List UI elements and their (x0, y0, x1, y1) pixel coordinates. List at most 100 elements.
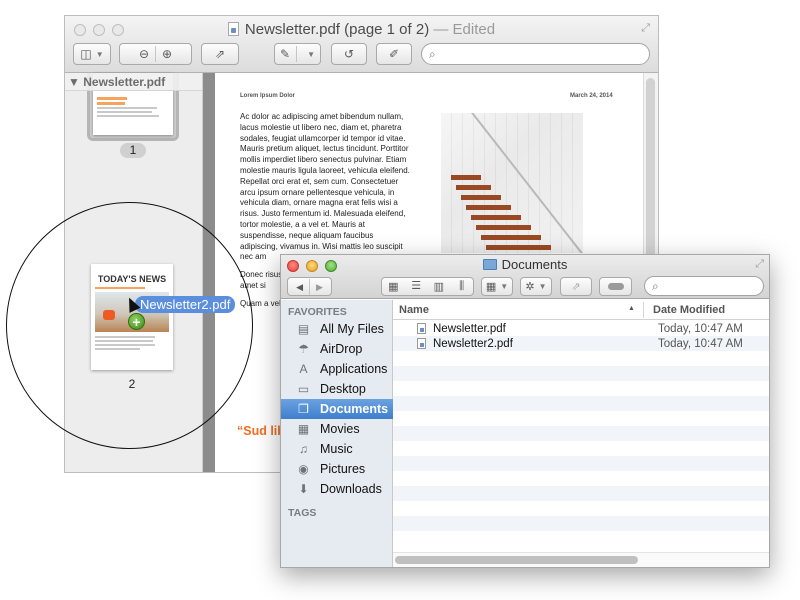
column-view-button[interactable]: ▥ (428, 280, 451, 293)
back-button[interactable]: ◀ (296, 281, 303, 293)
zoom-out-button[interactable]: ⊖ (139, 47, 149, 61)
rotate-button[interactable]: ↺ (331, 43, 367, 65)
chevron-down-icon: ▼ (538, 282, 547, 291)
sidebar-item-downloads[interactable]: ⬇ Downloads (281, 479, 393, 499)
list-view-icon: ☰ (411, 280, 422, 292)
rotate-icon: ↺ (343, 47, 355, 61)
zoom-segment: ⊖ ⊕ (119, 43, 192, 65)
file-name: Newsletter2.pdf (433, 337, 513, 350)
empty-row (393, 426, 769, 441)
sidebar-item-all-my-files[interactable]: ▤ All My Files (281, 319, 393, 339)
page-header-date: March 24, 2014 (570, 93, 613, 99)
folder-icon (482, 259, 497, 270)
sidebar-item-music[interactable]: ♫ Music (281, 439, 393, 459)
search-field[interactable]: ⌕ (421, 43, 650, 65)
coverflow-view-icon: ⫼ (459, 280, 465, 292)
empty-row (393, 366, 769, 381)
file-name: Newsletter.pdf (433, 322, 506, 335)
markup-button[interactable]: ✎ ▼ (274, 43, 321, 65)
share-icon: ⇗ (214, 47, 226, 61)
empty-row (393, 471, 769, 486)
horizontal-scrollbar[interactable] (395, 556, 638, 564)
zoom-in-icon: ⊕ (162, 47, 173, 61)
file-list: Name ▲ Date Modified Newsletter.pdf Toda… (393, 300, 769, 567)
drag-file-label: Newsletter2.pdf (135, 296, 236, 313)
gear-icon: ✲ (525, 281, 535, 293)
finder-sidebar: FAVORITES ▤ All My Files ☂ AirDrop A Applic… (281, 300, 393, 567)
column-header: Name ▲ Date Modified (393, 300, 769, 320)
empty-row (393, 396, 769, 411)
paragraph: Ac dolor ac adipiscing amet bibendum nul… (240, 112, 410, 262)
file-date: Today, 10:47 AM (658, 322, 743, 335)
icon-view-icon: ▦ (388, 281, 399, 293)
search-field[interactable]: ⌕ (644, 276, 769, 296)
chevron-down-icon: ▼ (307, 49, 315, 59)
share-button[interactable]: ⇗ (560, 277, 592, 296)
search-input[interactable] (662, 279, 769, 293)
sidebar-item-documents[interactable]: ❐ Documents (281, 399, 393, 419)
search-input[interactable] (439, 47, 649, 61)
annotate-icon: ✐ (388, 47, 400, 61)
finder-window: Documents ⤢ ◀ ▶ ▦ ☰ ▥ ⫼ ▦ ▼ ✲ ▼ ⇗ ⌕ FAVO… (280, 254, 770, 568)
sidebar-item-desktop[interactable]: ▭ Desktop (281, 379, 393, 399)
music-note-icon: ♫ (299, 442, 308, 456)
column-view-icon: ▥ (433, 281, 445, 293)
empty-row (393, 486, 769, 501)
copy-plus-icon: + (128, 313, 145, 330)
tags-button[interactable] (599, 277, 632, 296)
horizontal-scrollbar-track[interactable] (393, 552, 769, 567)
chevron-down-icon: ▼ (500, 282, 509, 291)
annotate-button[interactable]: ✐ (376, 43, 412, 65)
film-icon: ▦ (297, 422, 310, 436)
download-icon: ⬇ (298, 482, 309, 496)
tag-icon (607, 283, 624, 290)
documents-icon: ❐ (298, 402, 309, 416)
action-button[interactable]: ✲ ▼ (520, 277, 552, 296)
empty-row (393, 516, 769, 531)
disclosure-triangle-icon: ▼ (68, 75, 80, 89)
sidebar-icon: ◫ (80, 47, 92, 61)
preview-titlebar: Newsletter.pdf (page 1 of 2) — Edited ⤢ … (65, 16, 658, 73)
search-icon: ⌕ (429, 46, 436, 61)
zoom-in-button[interactable]: ⊕ (162, 47, 172, 61)
sidebar-item-movies[interactable]: ▦ Movies (281, 419, 393, 439)
pdf-document-icon (227, 22, 239, 36)
sidebar-item-pictures[interactable]: ◉ Pictures (281, 459, 393, 479)
empty-row (393, 441, 769, 456)
fullscreen-icon[interactable]: ⤢ (641, 22, 650, 35)
date-modified-column-header[interactable]: Date Modified (653, 304, 725, 316)
sidebar-view-button[interactable]: ◫ ▼ (73, 43, 111, 65)
share-button[interactable]: ⇗ (201, 43, 239, 65)
view-mode-segment: ▦ ☰ ▥ ⫼ (381, 277, 474, 296)
empty-row (393, 381, 769, 396)
forward-button[interactable]: ▶ (316, 281, 323, 293)
airdrop-icon: ☂ (298, 342, 309, 356)
pdf-file-icon (417, 338, 426, 349)
empty-row (393, 351, 769, 366)
name-column-header[interactable]: Name (399, 304, 429, 316)
page-number-1[interactable]: 1 (120, 143, 146, 158)
document-disclosure[interactable]: ▼ Newsletter.pdf (65, 73, 202, 91)
empty-row (393, 531, 769, 545)
search-icon: ⌕ (652, 278, 659, 293)
zoom-out-icon: ⊖ (138, 47, 149, 61)
favorites-heading: FAVORITES (288, 306, 347, 318)
icon-view-button[interactable]: ▦ (382, 280, 405, 293)
file-row[interactable]: Newsletter2.pdf Today, 10:47 AM (393, 336, 769, 351)
page-number-2[interactable]: 2 (125, 377, 139, 391)
file-rows: Newsletter.pdf Today, 10:47 AM Newslette… (393, 321, 769, 545)
tags-heading: TAGS (288, 507, 317, 519)
sidebar-item-airdrop[interactable]: ☂ AirDrop (281, 339, 393, 359)
arrange-button[interactable]: ▦ ▼ (481, 277, 513, 296)
list-view-button[interactable]: ☰ (405, 278, 428, 295)
file-row[interactable]: Newsletter.pdf Today, 10:47 AM (393, 321, 769, 336)
navigation-segment: ◀ ▶ (287, 277, 332, 296)
back-arrow-icon: ◀ (296, 281, 303, 292)
fullscreen-icon[interactable]: ⤢ (755, 258, 764, 271)
camera-icon: ◉ (298, 462, 309, 476)
edited-indicator[interactable]: — Edited (433, 21, 495, 38)
sidebar-item-applications[interactable]: A Applications (281, 359, 393, 379)
coverflow-view-button[interactable]: ⫼ (450, 280, 473, 293)
all-files-icon: ▤ (297, 322, 310, 336)
empty-row (393, 411, 769, 426)
